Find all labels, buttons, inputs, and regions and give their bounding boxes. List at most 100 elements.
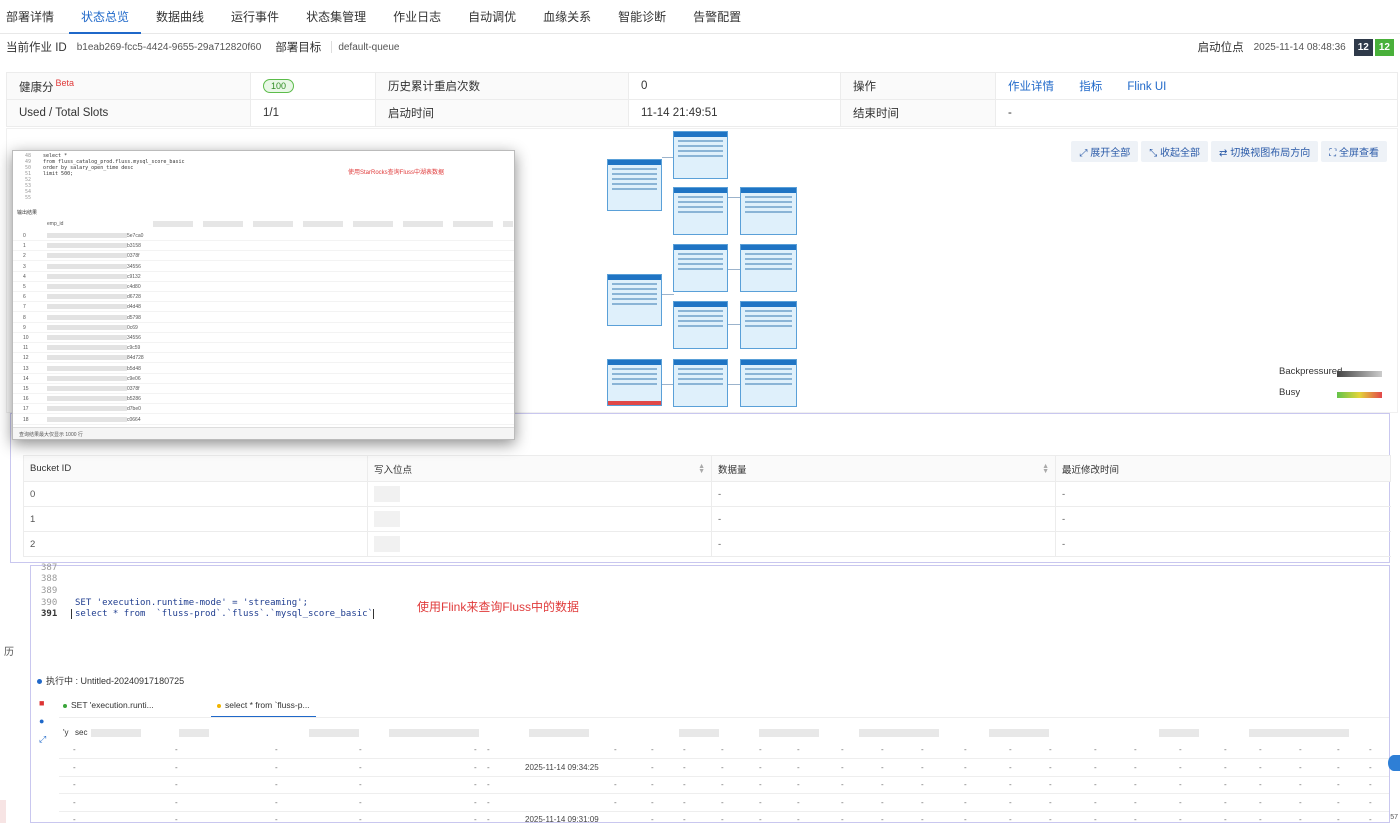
cell-value: - — [487, 815, 490, 823]
legend-busy-bar — [1337, 392, 1382, 398]
col-bucket-id[interactable]: Bucket ID — [23, 455, 368, 482]
operator-node[interactable] — [740, 244, 797, 292]
tab-item[interactable]: 数据曲线 — [156, 0, 214, 34]
cell-value: - — [683, 762, 686, 772]
operator-node[interactable] — [673, 359, 728, 407]
row-value: c0664 — [127, 416, 141, 423]
redacted-header — [309, 729, 359, 737]
table-row: 8 d5798 — [13, 313, 514, 323]
row-index: 12 — [23, 355, 29, 362]
tab-select-result[interactable]: select * from `fluss-p... — [211, 700, 316, 717]
cell-value: - — [881, 762, 884, 772]
result-row: -------------------------- — [59, 742, 1389, 759]
operator-node[interactable] — [740, 359, 797, 407]
cell-value: - — [1134, 762, 1137, 772]
tab-item[interactable]: 作业日志 — [393, 0, 451, 34]
sort-icon[interactable]: ▲ ▼ — [1042, 463, 1049, 475]
job-details-link[interactable]: 作业详情 — [1008, 81, 1054, 93]
switch-layout-button[interactable]: ⇄ 切换视图布局方向 — [1211, 141, 1319, 162]
cell-value: - — [651, 745, 654, 754]
cell-value: - — [614, 745, 617, 754]
row-value: c9e06 — [127, 375, 141, 382]
cell-value: - — [1179, 815, 1182, 823]
col-write-offset[interactable]: 写入位点 ▲ ▼ — [367, 455, 712, 482]
expand-all-button[interactable]: ⤢ 展开全部 — [1071, 141, 1139, 162]
cell-value: - — [1179, 762, 1182, 772]
operator-node-busy[interactable] — [607, 359, 662, 406]
cell-value: - — [1299, 780, 1302, 789]
stop-icon[interactable]: ■ — [39, 698, 51, 708]
cell-value: - — [1094, 797, 1097, 807]
line-number: 391 — [41, 609, 58, 619]
operator-node[interactable] — [740, 187, 797, 235]
metrics-link[interactable]: 指标 — [1079, 81, 1102, 93]
operator-node[interactable] — [673, 301, 728, 349]
expand-icon[interactable]: ⤢ — [39, 734, 51, 745]
settings-icon[interactable]: ● — [39, 716, 51, 726]
row-value: 34556 — [127, 335, 141, 341]
flink-sql-editor[interactable]: 387 388 389 390 391 SET 'execution.runti… — [31, 563, 1389, 666]
redacted-value — [47, 416, 127, 422]
tab-item[interactable]: 状态集管理 — [306, 0, 376, 34]
tab-item[interactable]: 状态总览 — [69, 0, 142, 34]
result-row: - - - - - - - - - - - - - - - - - - - - - - - - -2025-11-14 09:3… — [59, 760, 1389, 777]
redacted-value — [47, 406, 127, 412]
row-value: 84d728 — [127, 355, 144, 362]
health-label: 健康分 — [19, 81, 54, 94]
cell-value: - — [797, 815, 800, 823]
operator-node[interactable] — [673, 187, 728, 235]
cell-value: - — [683, 797, 686, 807]
row-index: 8 — [23, 314, 26, 321]
cell-value: - — [964, 797, 967, 807]
cell-value: - — [759, 780, 762, 789]
row-index: 9 — [23, 324, 26, 331]
redacted-value — [47, 355, 127, 361]
code-line: limit 500; — [43, 171, 74, 177]
row-index: 7 — [23, 304, 26, 311]
table-row: 6 d6728 — [13, 292, 514, 303]
operator-node[interactable] — [607, 159, 662, 211]
cell-value: - — [1179, 780, 1182, 789]
running-badge: 12 — [1374, 38, 1394, 56]
collapse-all-button[interactable]: ⤡ 收起全部 — [1141, 141, 1209, 162]
start-position-label: 启动位点 — [1197, 42, 1244, 54]
operator-node[interactable] — [673, 244, 728, 292]
tab-item[interactable]: 自动调优 — [468, 0, 526, 34]
table-row: 5 c4d80 — [13, 282, 514, 292]
flink-ui-link[interactable]: Flink UI — [1127, 81, 1166, 93]
row-value: b5d48 — [127, 365, 141, 372]
operator-node[interactable] — [607, 274, 662, 326]
tab-item[interactable]: 运行事件 — [231, 0, 289, 34]
cell-value: - — [275, 797, 278, 807]
write-offset — [367, 506, 712, 532]
redacted-value — [47, 365, 127, 371]
tab-item[interactable]: 告警配置 — [693, 0, 751, 34]
cell-value: - — [474, 797, 477, 807]
floating-action-button[interactable] — [1388, 755, 1400, 771]
row-value: d7be0 — [127, 406, 141, 413]
tab-item[interactable]: 血缘关系 — [543, 0, 601, 34]
redacted-value — [47, 263, 127, 269]
operator-node[interactable] — [673, 131, 728, 179]
row-value: b5286 — [127, 396, 141, 403]
col-data-size[interactable]: 数据量 ▲ ▼ — [711, 455, 1056, 482]
operator-node[interactable] — [740, 301, 797, 349]
cell-value: - — [73, 797, 76, 807]
cell-value: - — [1337, 745, 1340, 754]
redacted-value — [47, 314, 127, 320]
table-row: 3 34556 — [13, 262, 514, 272]
cell-value: - — [1094, 762, 1097, 772]
row-value: c9c59 — [127, 345, 141, 352]
tab-item[interactable]: 智能诊断 — [618, 0, 676, 34]
row-value: 0378f — [127, 386, 140, 392]
cell-value: - — [359, 780, 362, 789]
col-last-modified[interactable]: 最近修改时间 — [1055, 455, 1391, 482]
sort-icon[interactable]: ▲ ▼ — [698, 463, 705, 475]
tab-item[interactable]: 部署详情 — [6, 0, 64, 34]
line-number: 388 — [41, 574, 58, 584]
cell-value: - — [841, 780, 844, 789]
starrocks-result-grid: emp_id 0 5e7ca0 1 b3158 2 0378f 3 34556 4 c9132 5 c… — [13, 219, 514, 431]
tab-set-result[interactable]: SET 'execution.runti... — [63, 700, 154, 710]
cell-value: - — [651, 762, 654, 772]
fullscreen-button[interactable]: ⛶ 全屏查看 — [1321, 141, 1387, 162]
